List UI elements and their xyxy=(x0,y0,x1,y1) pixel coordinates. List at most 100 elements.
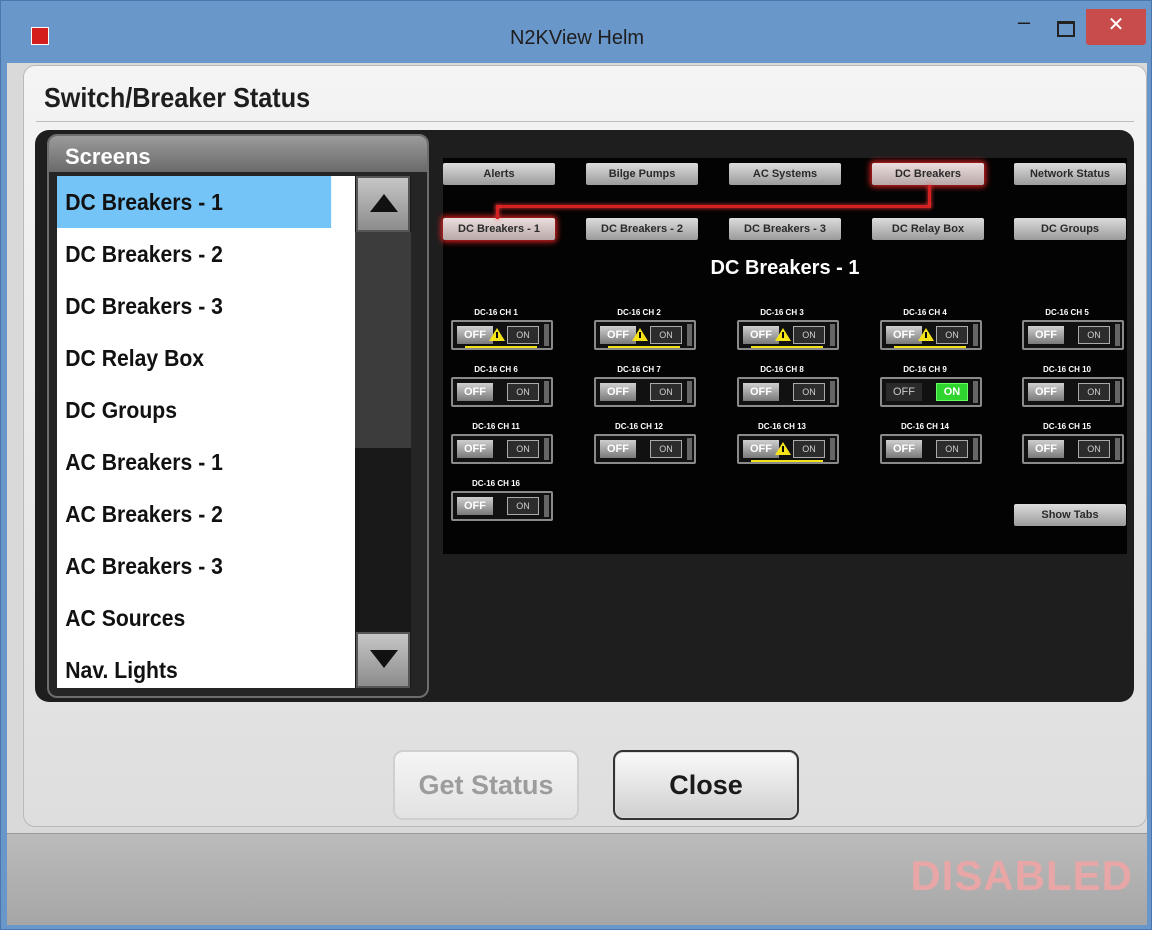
breaker-channel: DC-16 CH 6 OFF ON xyxy=(445,365,553,419)
breaker-channel: DC-16 CH 11 OFF ON xyxy=(445,422,553,476)
breaker-switch[interactable]: OFF ON xyxy=(451,377,553,407)
breaker-channel: DC-16 CH 3 OFF ON xyxy=(731,308,839,362)
channel-label: DC-16 CH 12 xyxy=(614,422,663,431)
breaker-switch[interactable]: OFF ON xyxy=(1022,320,1124,350)
breaker-switch[interactable]: OFF ON xyxy=(1022,377,1124,407)
off-label: OFF xyxy=(743,440,779,458)
breaker-switch[interactable]: OFF ON xyxy=(594,377,696,407)
panel-title: Switch/Breaker Status xyxy=(44,82,311,113)
sub-tab[interactable]: DC Breakers - 3 xyxy=(729,218,841,240)
list-item[interactable]: Nav. Lights xyxy=(57,644,331,688)
warning-stripe xyxy=(608,346,680,348)
off-label: OFF xyxy=(1028,326,1064,344)
scroll-thumb[interactable] xyxy=(355,232,411,448)
warning-icon xyxy=(775,442,791,455)
off-label: OFF xyxy=(457,326,493,344)
scroll-up-icon[interactable] xyxy=(356,176,410,232)
on-label: ON xyxy=(936,326,968,344)
tab-connector xyxy=(496,205,499,219)
channel-label: DC-16 CH 8 xyxy=(760,365,804,374)
breaker-channel: DC-16 CH 2 OFF ON xyxy=(588,308,696,362)
sub-tab[interactable]: DC Relay Box xyxy=(872,218,984,240)
breaker-channel: DC-16 CH 1 OFF ON xyxy=(445,308,553,362)
breaker-switch[interactable]: OFF ON xyxy=(880,377,982,407)
breaker-switch[interactable]: OFF ON xyxy=(594,320,696,350)
switch-end xyxy=(973,381,978,403)
title-bar[interactable]: N2K N2KView Helm – ✕ xyxy=(1,1,1152,63)
on-label: ON xyxy=(936,440,968,458)
breaker-switch[interactable]: OFF ON xyxy=(594,434,696,464)
channel-label: DC-16 CH 14 xyxy=(900,422,949,431)
scroll-down-icon[interactable] xyxy=(356,632,410,688)
tab-connector xyxy=(928,185,931,207)
channel-label: DC-16 CH 13 xyxy=(757,422,806,431)
warning-icon xyxy=(632,328,648,341)
warning-icon xyxy=(489,328,505,341)
screens-scrollbar[interactable] xyxy=(355,176,411,688)
close-button[interactable]: Close xyxy=(613,750,799,820)
breaker-channel: DC-16 CH 14 OFF ON xyxy=(874,422,982,476)
channel-label: DC-16 CH 6 xyxy=(474,365,518,374)
list-item[interactable]: DC Breakers - 2 xyxy=(57,228,331,280)
nav-tab[interactable]: Network Status xyxy=(1014,163,1126,185)
list-item[interactable]: AC Breakers - 3 xyxy=(57,540,331,592)
breaker-channel: DC-16 CH 5 OFF ON xyxy=(1016,308,1124,362)
on-label: ON xyxy=(1078,326,1110,344)
nav-tab[interactable]: Alerts xyxy=(443,163,555,185)
switch-breaker-panel: Switch/Breaker Status Screens DC Breaker… xyxy=(23,65,1147,827)
close-window-button[interactable]: ✕ xyxy=(1086,9,1146,45)
switch-end xyxy=(687,438,692,460)
switch-end xyxy=(973,324,978,346)
warning-stripe xyxy=(751,346,823,348)
list-item[interactable]: AC Sources xyxy=(57,592,331,644)
switch-end xyxy=(1115,324,1120,346)
maximize-button[interactable] xyxy=(1044,9,1084,45)
channel-label: DC-16 CH 10 xyxy=(1042,365,1091,374)
nav-tab[interactable]: DC Breakers xyxy=(872,163,984,185)
sub-tab[interactable]: DC Groups xyxy=(1014,218,1126,240)
breaker-switch[interactable]: OFF ON xyxy=(880,434,982,464)
on-label: ON xyxy=(793,383,825,401)
channel-label: DC-16 CH 3 xyxy=(760,308,804,317)
breaker-switch[interactable]: OFF ON xyxy=(451,491,553,521)
off-label: OFF xyxy=(1028,440,1064,458)
off-label: OFF xyxy=(457,440,493,458)
list-item[interactable]: AC Breakers - 2 xyxy=(57,488,331,540)
list-item[interactable]: AC Breakers - 1 xyxy=(57,436,331,488)
status-bar: DISABLED xyxy=(7,833,1147,925)
switch-end xyxy=(544,381,549,403)
switch-end xyxy=(544,495,549,517)
sub-tab[interactable]: DC Breakers - 1 xyxy=(443,218,555,240)
sub-tab[interactable]: DC Breakers - 2 xyxy=(586,218,698,240)
switch-end xyxy=(687,324,692,346)
nav-tab[interactable]: Bilge Pumps xyxy=(586,163,698,185)
channel-label: DC-16 CH 2 xyxy=(617,308,661,317)
warning-stripe xyxy=(751,460,823,462)
breaker-switch[interactable]: OFF ON xyxy=(737,320,839,350)
breaker-switch[interactable]: OFF ON xyxy=(451,320,553,350)
on-label: ON xyxy=(507,383,539,401)
breaker-switch[interactable]: OFF ON xyxy=(737,434,839,464)
nav-tab[interactable]: AC Systems xyxy=(729,163,841,185)
list-item[interactable]: DC Breakers - 3 xyxy=(57,280,331,332)
app-window: N2K N2KView Helm – ✕ Switch/Breaker Stat… xyxy=(0,0,1152,930)
breaker-switch[interactable]: OFF ON xyxy=(1022,434,1124,464)
on-label: ON xyxy=(1078,440,1110,458)
on-label: ON xyxy=(936,383,968,401)
list-item[interactable]: DC Groups xyxy=(57,384,331,436)
off-label: OFF xyxy=(457,497,493,515)
breaker-switch[interactable]: OFF ON xyxy=(451,434,553,464)
list-item[interactable]: DC Relay Box xyxy=(57,332,331,384)
breaker-switch[interactable]: OFF ON xyxy=(737,377,839,407)
get-status-button[interactable]: Get Status xyxy=(393,750,579,820)
screens-list[interactable]: DC Breakers - 1 DC Breakers - 2 DC Breaker… xyxy=(57,176,355,688)
off-label: OFF xyxy=(743,326,779,344)
on-label: ON xyxy=(793,440,825,458)
breaker-channel: DC-16 CH 4 OFF ON xyxy=(874,308,982,362)
off-label: OFF xyxy=(886,440,922,458)
off-label: OFF xyxy=(600,440,636,458)
show-tabs-button[interactable]: Show Tabs xyxy=(1014,504,1126,526)
list-item[interactable]: DC Breakers - 1 xyxy=(57,176,332,228)
breaker-switch[interactable]: OFF ON xyxy=(880,320,982,350)
minimize-button[interactable]: – xyxy=(1004,9,1044,45)
